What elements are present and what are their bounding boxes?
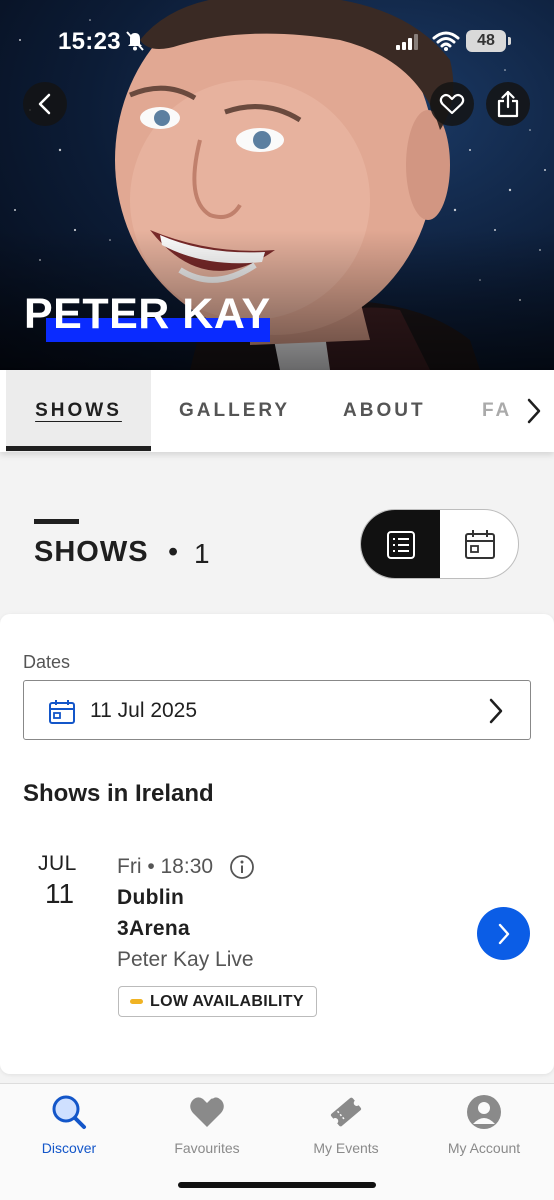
chevron-right-icon — [498, 923, 509, 944]
country-section-title: Shows in Ireland — [23, 780, 214, 807]
tab-fa[interactable]: FA — [482, 370, 512, 452]
nav-my-account[interactable]: My Account — [415, 1092, 553, 1156]
wifi-icon — [432, 31, 460, 51]
date-filter-field[interactable]: 11 Jul 2025 — [23, 680, 531, 740]
favourites-heart-icon — [190, 1095, 224, 1127]
availability-label: LOW AVAILABILITY — [150, 992, 304, 1010]
nav-discover[interactable]: Discover — [0, 1092, 138, 1156]
discover-search-icon — [52, 1095, 86, 1129]
share-button[interactable] — [486, 82, 530, 126]
favourite-button[interactable] — [430, 82, 474, 126]
event-weekday-time: Fri • 18:30 — [117, 855, 214, 878]
battery-indicator: 48 — [466, 30, 511, 52]
availability-badge: LOW AVAILABILITY — [118, 986, 317, 1017]
calendar-icon — [49, 700, 75, 724]
back-button[interactable] — [23, 82, 67, 126]
silent-mode-icon — [126, 31, 144, 51]
shows-card: Dates 11 Jul 2025 Shows in Ireland JUL 1… — [0, 614, 554, 1074]
info-icon[interactable] — [229, 854, 255, 880]
tab-fa-label: FA — [482, 400, 513, 421]
list-view-icon — [386, 531, 415, 559]
event-venue: 3Arena — [117, 917, 191, 940]
tab-about[interactable]: ABOUT — [343, 370, 426, 452]
selected-date: 11 Jul 2025 — [90, 699, 198, 722]
heart-outline-icon — [439, 93, 465, 115]
shows-separator: • — [168, 536, 179, 568]
tab-gallery-label: GALLERY — [179, 400, 291, 421]
status-bar: 15:23 48 — [0, 26, 554, 60]
artist-name: PETER KAY — [24, 290, 271, 338]
chevron-right-icon — [489, 698, 503, 724]
artist-tabs: SHOWS GALLERY ABOUT FA — [0, 370, 554, 452]
nav-my-account-label: My Account — [447, 1140, 521, 1156]
calendar-view-button[interactable] — [440, 510, 518, 578]
tab-about-label: ABOUT — [343, 400, 426, 421]
nav-discover-label: Discover — [41, 1140, 97, 1156]
event-details-button[interactable] — [477, 907, 530, 960]
chevron-right-icon[interactable] — [526, 398, 542, 424]
dates-label: Dates — [23, 652, 71, 672]
shows-count: 1 — [194, 538, 210, 569]
event-month: JUL — [38, 852, 77, 875]
shows-heading: SHOWS — [34, 536, 149, 568]
event-city: Dublin — [117, 886, 185, 909]
chevron-left-icon — [38, 93, 51, 115]
calendar-view-icon — [465, 530, 495, 559]
home-indicator[interactable] — [178, 1182, 376, 1188]
list-view-button[interactable] — [361, 510, 440, 578]
section-dash — [34, 519, 79, 524]
account-person-icon — [467, 1095, 501, 1129]
nav-my-events-label: My Events — [313, 1140, 379, 1156]
availability-indicator — [130, 999, 143, 1004]
view-toggle — [360, 509, 519, 579]
nav-favourites-label: Favourites — [174, 1140, 240, 1156]
cellular-signal-icon — [396, 34, 418, 50]
active-tab-indicator — [6, 446, 151, 451]
event-day: 11 — [45, 878, 75, 909]
my-events-ticket-icon — [330, 1097, 362, 1127]
artist-hero: 15:23 48 PETER KAY — [0, 0, 554, 370]
tab-shows[interactable]: SHOWS — [6, 370, 151, 452]
nav-favourites[interactable]: Favourites — [138, 1092, 276, 1156]
event-name: Peter Kay Live — [117, 948, 254, 971]
tab-gallery[interactable]: GALLERY — [179, 370, 290, 452]
share-icon — [497, 90, 519, 118]
tab-shows-label: SHOWS — [35, 400, 122, 421]
status-time: 15:23 — [58, 28, 121, 55]
nav-my-events[interactable]: My Events — [277, 1092, 415, 1156]
